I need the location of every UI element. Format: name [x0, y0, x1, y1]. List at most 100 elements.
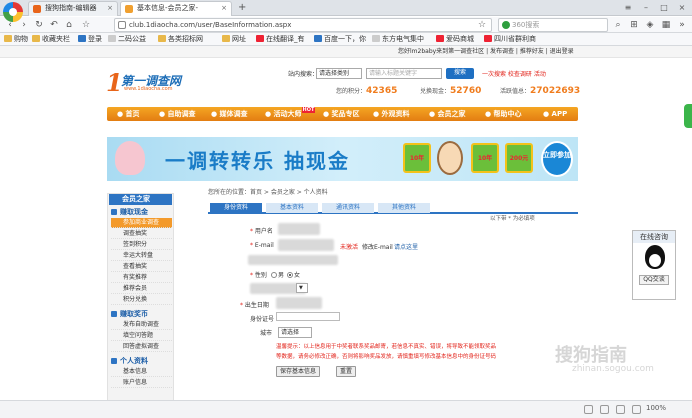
- hot-badge: HOT: [301, 107, 316, 113]
- qq-chat-button[interactable]: QQ交谈: [639, 275, 669, 285]
- home-icon[interactable]: ⌂: [63, 19, 75, 31]
- prize-chest-icon: 10年: [471, 143, 499, 173]
- search-hot-links[interactable]: 一次搜索 校查调研 活动: [482, 69, 546, 78]
- tab-base-information[interactable]: 基本信息-会员之家- ×: [120, 1, 232, 16]
- download-icon[interactable]: [584, 405, 593, 414]
- menu-materials[interactable]: ● 外观资料: [373, 107, 410, 121]
- bookmark-item[interactable]: 网址: [222, 33, 246, 45]
- shield-icon[interactable]: ◈: [644, 19, 656, 31]
- bookmark-item[interactable]: 各类招标网: [158, 33, 203, 45]
- site-search-category[interactable]: 请选择类别: [316, 68, 362, 79]
- online-chat-widget: 在线咨询 QQ交谈: [632, 230, 676, 300]
- menu-self-survey[interactable]: ● 自助调查: [159, 107, 196, 121]
- sidebar-item-business-survey[interactable]: 参加商业调查: [111, 218, 172, 228]
- tab-sogou-guide[interactable]: 搜狗指南-编辑器 ×: [28, 1, 118, 16]
- promo-banner[interactable]: 一调转转乐 抽现金 10年 10年 200元 立即参加: [107, 137, 578, 181]
- bookmark-item[interactable]: 东方电气集中: [372, 33, 424, 45]
- sidebar-item-virtual-survey[interactable]: 回答虚拟调查: [111, 342, 172, 352]
- menu-member-home[interactable]: ● 会员之家: [429, 107, 466, 121]
- sidebar-item-recommend[interactable]: 推荐会员: [111, 284, 172, 294]
- bookmark-item[interactable]: 四川省群利商: [484, 33, 536, 45]
- chevron-down-icon[interactable]: ▼: [296, 283, 308, 293]
- screenshot-icon[interactable]: [616, 405, 625, 414]
- profile-tabs: 身份资料 基本资料 通讯资料 其他资料: [208, 202, 578, 214]
- new-tab-button[interactable]: +: [238, 1, 246, 14]
- bookmark-item[interactable]: 爱码商城: [436, 33, 474, 45]
- sidebar-item-lottery[interactable]: 调查抽奖: [111, 229, 172, 239]
- address-bar[interactable]: club.1diaocha.com/user/BaseInformation.a…: [114, 18, 492, 32]
- site-search-input[interactable]: 请输入标题关键字: [366, 68, 442, 79]
- search-engine-icon[interactable]: [502, 21, 510, 29]
- sidebar-item-account-info[interactable]: 账户信息: [111, 378, 172, 388]
- sidebar-item-basic-info[interactable]: 基本信息: [111, 367, 172, 377]
- maximize-icon[interactable]: □: [658, 2, 670, 14]
- gender-male-radio[interactable]: [271, 272, 277, 278]
- sidebar-item-publish-survey[interactable]: 发布自助调查: [111, 320, 172, 330]
- prize-chest-icon: 10年: [403, 143, 431, 173]
- close-window-icon[interactable]: ×: [676, 2, 688, 14]
- banner-cta-button[interactable]: 立即参加: [541, 141, 573, 177]
- sidebar-section-coins: 赚取奖币: [109, 309, 172, 319]
- bookmark-item[interactable]: 登录: [78, 33, 102, 45]
- close-icon[interactable]: ×: [107, 2, 113, 15]
- save-button[interactable]: 保存基本信息: [276, 366, 320, 377]
- sound-icon[interactable]: [600, 405, 609, 414]
- menu-help[interactable]: ● 帮助中心: [485, 107, 522, 121]
- browser-search-box[interactable]: 360搜索: [498, 18, 608, 32]
- sidebar-item-view-lottery[interactable]: 查看抽奖: [111, 262, 172, 272]
- sidebar-item-exchange[interactable]: 积分兑换: [111, 295, 172, 305]
- site-logo[interactable]: 1 第一调查网 www.1diaocha.com: [106, 68, 190, 97]
- tools-icon[interactable]: ⊞: [628, 19, 640, 31]
- search-icon[interactable]: ⌕: [612, 19, 624, 31]
- menu-icon[interactable]: ≡: [622, 2, 634, 14]
- undo-icon[interactable]: ↶: [48, 19, 60, 31]
- stat-active: 活跃值总：27022693: [500, 86, 581, 96]
- bookmark-item[interactable]: 二码公益: [108, 33, 146, 45]
- side-panel-handle[interactable]: [684, 104, 692, 128]
- city-select[interactable]: 请选择: [278, 327, 312, 338]
- grid-icon[interactable]: [632, 405, 641, 414]
- menu-home[interactable]: ● 首页: [117, 107, 140, 121]
- sidebar-item-wheel[interactable]: 幸运大转盘: [111, 251, 172, 261]
- menu-media-survey[interactable]: ● 媒体调查: [211, 107, 248, 121]
- id-label: 身份证号: [250, 316, 275, 323]
- bookmark-item[interactable]: 在线翻译_有: [256, 33, 305, 45]
- username-label: * 用户名: [250, 228, 273, 235]
- forward-icon[interactable]: ›: [18, 19, 30, 31]
- minimize-icon[interactable]: –: [640, 2, 652, 14]
- bookmark-item[interactable]: 购物: [4, 33, 28, 45]
- sidebar-item-checkin[interactable]: 签到积分: [111, 240, 172, 250]
- star-icon[interactable]: ☆: [80, 19, 92, 31]
- menu-prizes[interactable]: ● 奖品专区: [323, 107, 360, 121]
- menu-activities[interactable]: ● 活动大师HOT: [265, 107, 316, 121]
- more-icon[interactable]: »: [676, 19, 688, 31]
- tab-other[interactable]: 其他资料: [378, 203, 430, 213]
- tab-contact[interactable]: 通讯资料: [322, 203, 374, 213]
- tab-identity[interactable]: 身份资料: [210, 203, 262, 213]
- email-label: * E-mail: [250, 242, 274, 249]
- tab-basic[interactable]: 基本资料: [266, 203, 318, 213]
- bookmark-item[interactable]: 收藏夹栏: [32, 33, 70, 45]
- sidebar-item-qa[interactable]: 填空问答题: [111, 331, 172, 341]
- topbar-links[interactable]: 您好lm2baby来到第一调查社区 | 发布调查 | 推荐好友 | 退出登录: [398, 46, 574, 58]
- site-search-button[interactable]: 搜索: [446, 68, 474, 79]
- gender-label: * 性别: [250, 272, 267, 279]
- main-menu: ● 首页 ● 自助调查 ● 媒体调查 ● 活动大师HOT ● 奖品专区 ● 外观…: [107, 107, 578, 121]
- gender-female-radio[interactable]: [286, 272, 293, 278]
- menu-app[interactable]: ● APP: [543, 107, 567, 121]
- email-resend-link[interactable]: 请点这里: [394, 242, 418, 251]
- bookmark-item[interactable]: 百度一下，你: [314, 33, 366, 45]
- browser-logo-icon[interactable]: [3, 2, 23, 22]
- sidebar-item-referral[interactable]: 有奖推荐: [111, 273, 172, 283]
- page-viewport: 您好lm2baby来到第一调查社区 | 发布调查 | 推荐好友 | 退出登录 1…: [0, 46, 692, 400]
- close-icon[interactable]: ×: [221, 2, 227, 15]
- bookmark-star-icon[interactable]: ☆: [476, 19, 488, 31]
- id-input[interactable]: [276, 312, 340, 321]
- reload-icon[interactable]: ↻: [33, 19, 45, 31]
- reset-button[interactable]: 重置: [336, 366, 356, 377]
- tab-label: 搜狗指南-编辑器: [45, 4, 97, 12]
- extensions-icon[interactable]: ▦: [660, 19, 672, 31]
- chat-title: 在线咨询: [633, 231, 675, 243]
- zoom-level[interactable]: 100%: [646, 404, 666, 412]
- page-info-icon[interactable]: [118, 21, 126, 29]
